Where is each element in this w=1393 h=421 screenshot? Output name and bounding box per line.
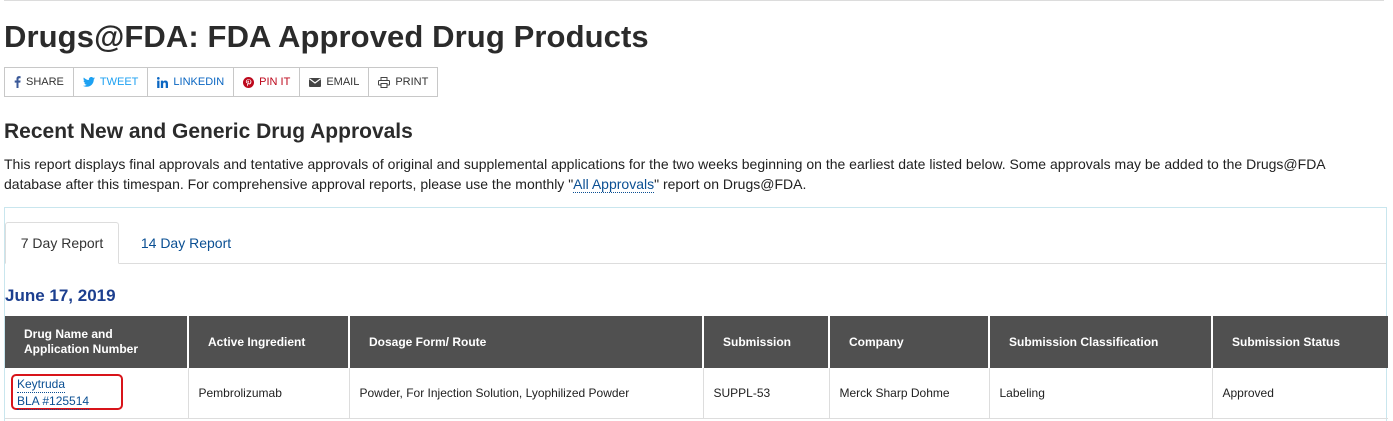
column-header-dosage-form-route: Dosage Form/ Route (349, 316, 704, 368)
share-pinterest-label: PIN IT (259, 76, 291, 88)
top-divider (4, 0, 1384, 1)
share-email-label: EMAIL (326, 76, 360, 88)
column-header-active-ingredient: Active Ingredient (188, 316, 350, 368)
share-linkedin-label: LINKEDIN (173, 76, 225, 88)
section-title: Recent New and Generic Drug Approvals (4, 120, 413, 143)
classification-cell: Labeling (989, 368, 1213, 419)
share-facebook-label: SHARE (26, 76, 64, 88)
column-header-drug-name: Drug Name and Application Number (5, 316, 189, 368)
active-ingredient-cell: Pembrolizumab (188, 368, 350, 419)
table-header-row: Drug Name and Application Number Active … (5, 316, 1388, 368)
table-row: Keytruda BLA #125514 Pembrolizumab Powde… (5, 368, 1388, 419)
share-pinterest-button[interactable]: PIN IT (234, 68, 301, 96)
share-email-button[interactable]: EMAIL (300, 68, 370, 96)
tab-7-day-report[interactable]: 7 Day Report (5, 222, 119, 264)
share-facebook-button[interactable]: SHARE (5, 68, 74, 96)
twitter-icon (82, 77, 95, 87)
intro-text-after: " report on Drugs@FDA. (654, 176, 807, 192)
share-print-label: PRINT (395, 76, 429, 88)
report-panel: 7 Day Report 14 Day Report June 17, 2019… (4, 207, 1388, 421)
envelope-icon (309, 77, 322, 87)
all-approvals-link[interactable]: All Approvals (573, 176, 655, 193)
share-twitter-button[interactable]: TWEET (74, 68, 149, 96)
pinterest-icon (243, 76, 255, 88)
dosage-form-route-cell: Powder, For Injection Solution, Lyophili… (349, 368, 704, 419)
intro-paragraph: This report displays final approvals and… (4, 154, 1354, 194)
share-twitter-label: TWEET (99, 76, 139, 88)
share-linkedin-button[interactable]: LINKEDIN (148, 68, 235, 96)
drug-name-cell: Keytruda BLA #125514 (5, 368, 189, 419)
column-header-submission-status: Submission Status (1212, 316, 1388, 368)
linkedin-icon (157, 76, 169, 88)
report-date-heading: June 17, 2019 (5, 286, 116, 305)
facebook-icon (14, 76, 21, 88)
status-cell: Approved (1212, 368, 1388, 419)
application-number-link[interactable]: BLA #125514 (17, 393, 90, 410)
printer-icon (378, 76, 391, 88)
column-header-submission: Submission (703, 316, 830, 368)
tab-14-day-report[interactable]: 14 Day Report (127, 222, 245, 263)
drug-name-link[interactable]: Keytruda (17, 376, 66, 393)
report-tabs: 7 Day Report 14 Day Report (5, 222, 1386, 264)
column-header-company: Company (829, 316, 990, 368)
page-title: Drugs@FDA: FDA Approved Drug Products (4, 19, 649, 54)
submission-cell: SUPPL-53 (703, 368, 830, 419)
approvals-table: Drug Name and Application Number Active … (5, 316, 1388, 419)
company-cell: Merck Sharp Dohme (829, 368, 990, 419)
column-header-submission-classification: Submission Classification (989, 316, 1213, 368)
share-toolbar: SHARE TWEET LINKEDIN PIN IT EMAIL PRINT (4, 67, 439, 97)
share-print-button[interactable]: PRINT (369, 68, 437, 96)
